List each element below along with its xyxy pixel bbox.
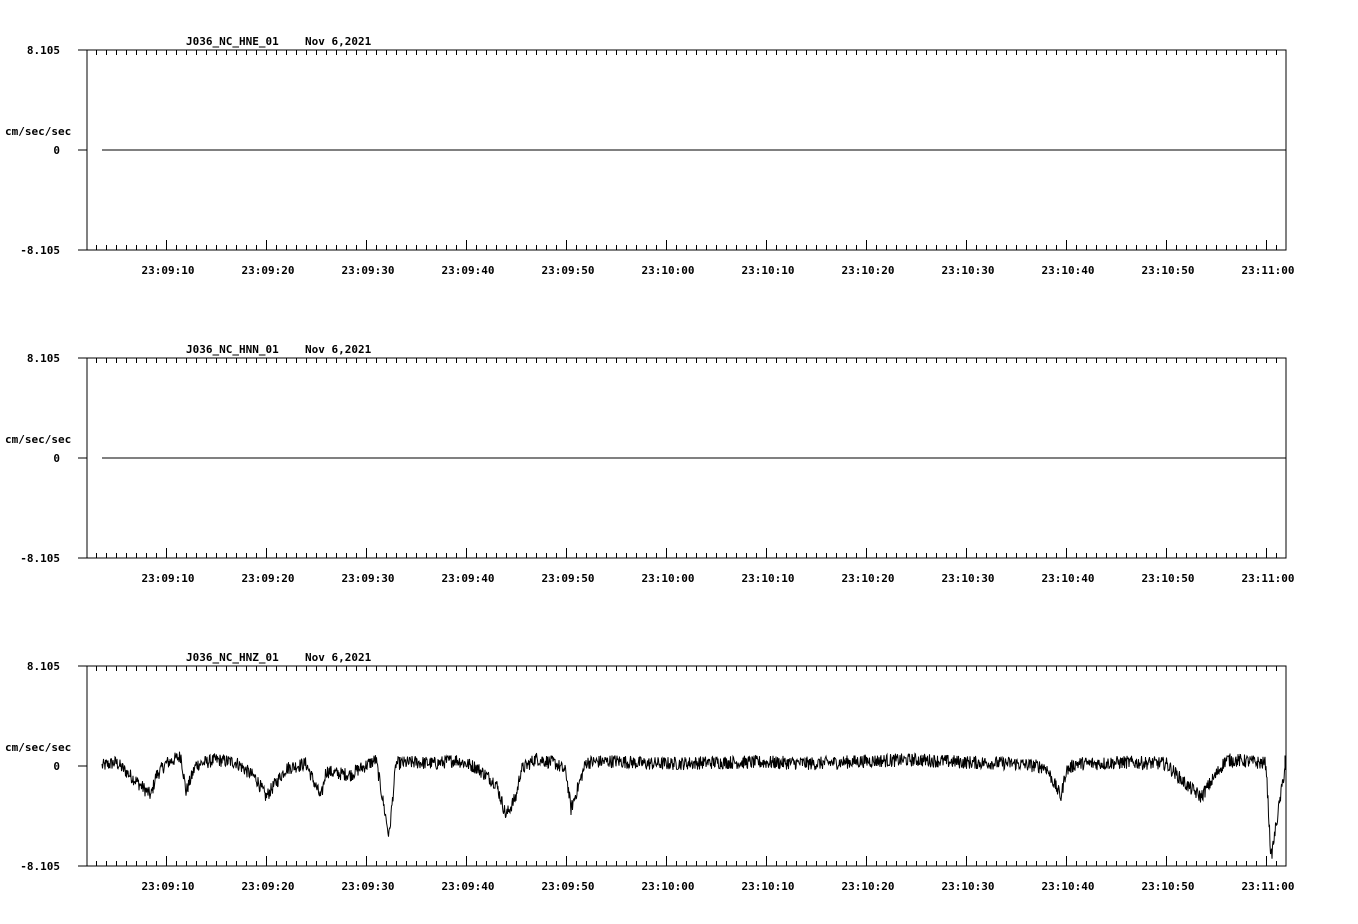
x-tick-label: 23:10:30 — [942, 264, 995, 277]
x-tick-label: 23:09:30 — [342, 572, 395, 585]
seismic-trace — [101, 751, 1286, 859]
x-tick-label: 23:10:50 — [1142, 880, 1195, 893]
y-tick-label: -8.105 — [20, 860, 60, 873]
x-tick-label: 23:11:00 — [1242, 264, 1295, 277]
x-tick-label: 23:11:00 — [1242, 572, 1295, 585]
seismogram-figure: J036_NC_HNE_01 Nov 6,2021 cm/sec/sec 8.105 0… — [5, 35, 1295, 893]
x-tick-label: 23:09:20 — [242, 880, 295, 893]
x-tick-label: 23:10:20 — [842, 880, 895, 893]
x-tick-label: 23:09:30 — [342, 264, 395, 277]
x-tick-label: 23:09:50 — [542, 880, 595, 893]
x-tick-label: 23:10:40 — [1042, 572, 1095, 585]
x-tick-label: 23:10:20 — [842, 264, 895, 277]
panel-date: Nov 6,2021 — [305, 35, 372, 48]
x-tick-label: 23:10:30 — [942, 880, 995, 893]
y-tick-label: 8.105 — [27, 44, 60, 57]
x-tick-label: 23:09:10 — [142, 880, 195, 893]
x-tick-label: 23:10:30 — [942, 572, 995, 585]
x-tick-label: 23:10:00 — [642, 264, 695, 277]
x-tick-label: 23:10:50 — [1142, 572, 1195, 585]
panel-title: J036_NC_HNE_01 — [186, 35, 279, 48]
y-tick-label: 0 — [53, 144, 60, 157]
x-tick-label: 23:10:50 — [1142, 264, 1195, 277]
y-axis-label: cm/sec/sec — [5, 741, 71, 754]
x-tick-label: 23:10:10 — [742, 880, 795, 893]
x-tick-label: 23:11:00 — [1242, 880, 1295, 893]
x-tick-label: 23:09:10 — [142, 264, 195, 277]
y-axis-label: cm/sec/sec — [5, 433, 71, 446]
x-tick-label: 23:10:00 — [642, 880, 695, 893]
y-tick-label: -8.105 — [20, 552, 60, 565]
x-tick-label: 23:09:10 — [142, 572, 195, 585]
y-tick-label: 0 — [53, 760, 60, 773]
y-axis-label: cm/sec/sec — [5, 125, 71, 138]
x-tick-label: 23:10:40 — [1042, 880, 1095, 893]
x-tick-label: 23:10:20 — [842, 572, 895, 585]
x-tick-label: 23:09:20 — [242, 572, 295, 585]
panel-date: Nov 6,2021 — [305, 343, 372, 356]
x-tick-label: 23:09:40 — [442, 880, 495, 893]
x-tick-label: 23:10:00 — [642, 572, 695, 585]
y-tick-label: -8.105 — [20, 244, 60, 257]
x-tick-label: 23:09:30 — [342, 880, 395, 893]
x-tick-label: 23:10:10 — [742, 572, 795, 585]
panel-title: J036_NC_HNZ_01 — [186, 651, 279, 664]
x-tick-label: 23:09:20 — [242, 264, 295, 277]
x-tick-label: 23:10:10 — [742, 264, 795, 277]
x-tick-label: 23:09:40 — [442, 572, 495, 585]
panel-title: J036_NC_HNN_01 — [186, 343, 279, 356]
panel-date: Nov 6,2021 — [305, 651, 372, 664]
y-tick-label: 8.105 — [27, 352, 60, 365]
x-tick-label: 23:09:50 — [542, 264, 595, 277]
y-tick-label: 0 — [53, 452, 60, 465]
x-tick-label: 23:09:40 — [442, 264, 495, 277]
x-tick-label: 23:09:50 — [542, 572, 595, 585]
y-tick-label: 8.105 — [27, 660, 60, 673]
x-tick-label: 23:10:40 — [1042, 264, 1095, 277]
